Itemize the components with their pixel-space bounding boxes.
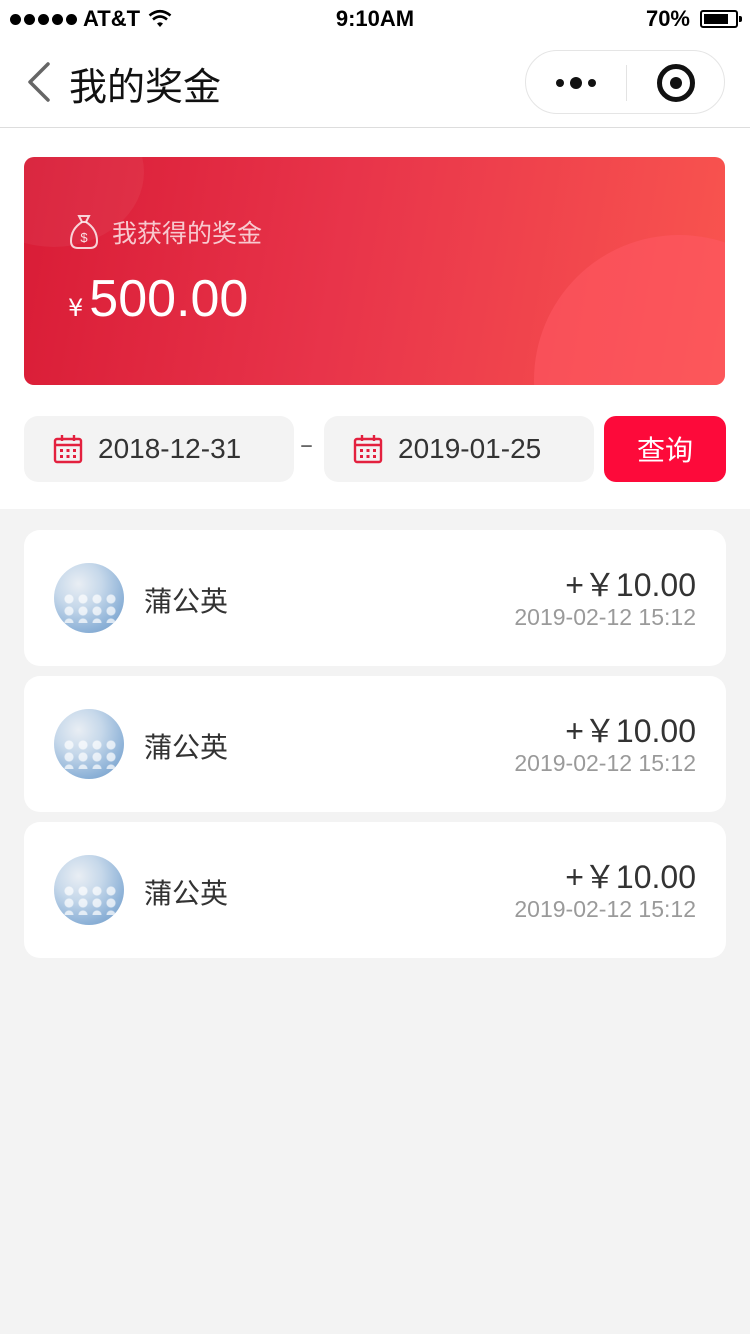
battery-percent: 70% <box>645 6 690 31</box>
bonus-value: 500.00 <box>89 270 249 328</box>
target-close-icon <box>657 64 695 102</box>
record-amount: +￥10.00 <box>565 713 696 749</box>
record-amount: +￥10.00 <box>565 859 696 895</box>
avatar <box>54 855 124 925</box>
end-date-picker[interactable]: 2019-01-25 <box>324 416 594 482</box>
close-button[interactable] <box>626 51 726 115</box>
start-date-picker[interactable]: 2018-12-31 <box>24 416 294 482</box>
end-date-value: 2019-01-25 <box>398 433 542 464</box>
calendar-icon <box>53 435 83 464</box>
currency-symbol: ¥ <box>68 294 84 322</box>
query-button[interactable]: 查询 <box>604 416 726 482</box>
date-separator: – <box>300 430 313 460</box>
more-button[interactable] <box>526 51 626 115</box>
battery-icon <box>700 10 742 28</box>
back-arrow-icon[interactable] <box>22 60 56 104</box>
list-item[interactable]: 蒲公英 +￥10.00 2019-02-12 15:12 <box>24 530 726 666</box>
record-amount: +￥10.00 <box>565 567 696 603</box>
page-title: 我的奖金 <box>69 65 222 109</box>
record-name: 蒲公英 <box>144 731 229 764</box>
money-bag-icon: $ <box>69 215 99 249</box>
decor-circle <box>534 235 725 385</box>
record-name: 蒲公英 <box>144 585 229 618</box>
record-name: 蒲公英 <box>144 877 229 910</box>
status-bar: AT&T 9:10AM 70% <box>0 0 750 40</box>
avatar <box>54 709 124 779</box>
record-time: 2019-02-12 15:12 <box>514 750 696 776</box>
status-right: 70% <box>645 6 742 32</box>
mini-program-capsule <box>525 50 725 114</box>
list-item[interactable]: 蒲公英 +￥10.00 2019-02-12 15:12 <box>24 676 726 812</box>
summary-section: $ 我获得的奖金 ¥ 500.00 2018-12-31 – 2019-01-2… <box>0 128 750 509</box>
start-date-value: 2018-12-31 <box>98 433 242 464</box>
calendar-icon <box>353 435 383 464</box>
list-item[interactable]: 蒲公英 +￥10.00 2019-02-12 15:12 <box>24 822 726 958</box>
record-time: 2019-02-12 15:12 <box>514 604 696 630</box>
bonus-amount: ¥ 500.00 <box>68 269 248 329</box>
navigation-bar: 我的奖金 <box>0 40 750 128</box>
avatar <box>54 563 124 633</box>
bonus-label-row: $ 我获得的奖金 <box>68 213 262 251</box>
status-time: 9:10AM <box>335 6 415 31</box>
more-dots-icon <box>556 79 564 87</box>
record-time: 2019-02-12 15:12 <box>514 896 696 922</box>
svg-text:$: $ <box>80 230 88 245</box>
bonus-label: 我获得的奖金 <box>112 219 263 248</box>
bonus-card: $ 我获得的奖金 ¥ 500.00 <box>24 157 725 385</box>
